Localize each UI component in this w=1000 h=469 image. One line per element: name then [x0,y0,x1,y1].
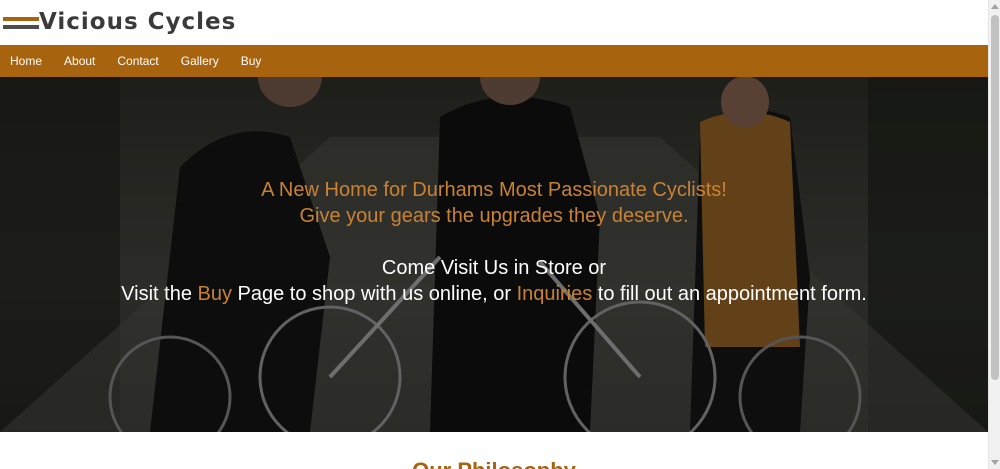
hero-visit-text: Come Visit Us in Store or Visit the Buy … [0,255,988,307]
tagline-line-1: A New Home for Durhams Most Passionate C… [261,179,727,201]
header: Vicious Cycles [0,0,988,45]
visit-line-1: Come Visit Us in Store or [381,257,607,279]
site-logo[interactable]: Vicious Cycles [3,7,236,37]
inquiries-link[interactable]: Inquiries [517,283,593,305]
nav-about[interactable]: About [64,54,95,68]
page-scrollbar[interactable] [988,0,1000,469]
visit-prefix: Visit the [121,283,192,305]
page: Vicious Cycles Home About Contact Galler… [0,0,988,469]
nav-contact[interactable]: Contact [117,54,158,68]
nav-buy[interactable]: Buy [241,54,262,68]
section-heading: Our Philosophy [0,458,988,469]
hero-banner: A New Home for Durhams Most Passionate C… [0,77,988,432]
chevron-up-icon[interactable] [991,4,999,9]
nav-home[interactable]: Home [10,54,42,68]
visit-suffix: to fill out an appointment form. [597,283,867,305]
tagline-line-2: Give your gears the upgrades they deserv… [299,205,689,227]
nav-gallery[interactable]: Gallery [181,54,219,68]
scroll-thumb[interactable] [991,15,999,380]
visit-line-2: Visit the Buy Page to shop with us onlin… [0,281,988,307]
visit-middle: Page to shop with us online, or [237,283,512,305]
logo-text: Vicious Cycles [39,8,237,35]
buy-link[interactable]: Buy [198,283,232,305]
logo-stripes-icon [3,11,39,33]
main-navigation: Home About Contact Gallery Buy [0,45,988,77]
chevron-down-icon[interactable] [991,460,999,465]
hero-tagline: A New Home for Durhams Most Passionate C… [0,177,988,229]
philosophy-section: Our Philosophy [0,432,988,469]
